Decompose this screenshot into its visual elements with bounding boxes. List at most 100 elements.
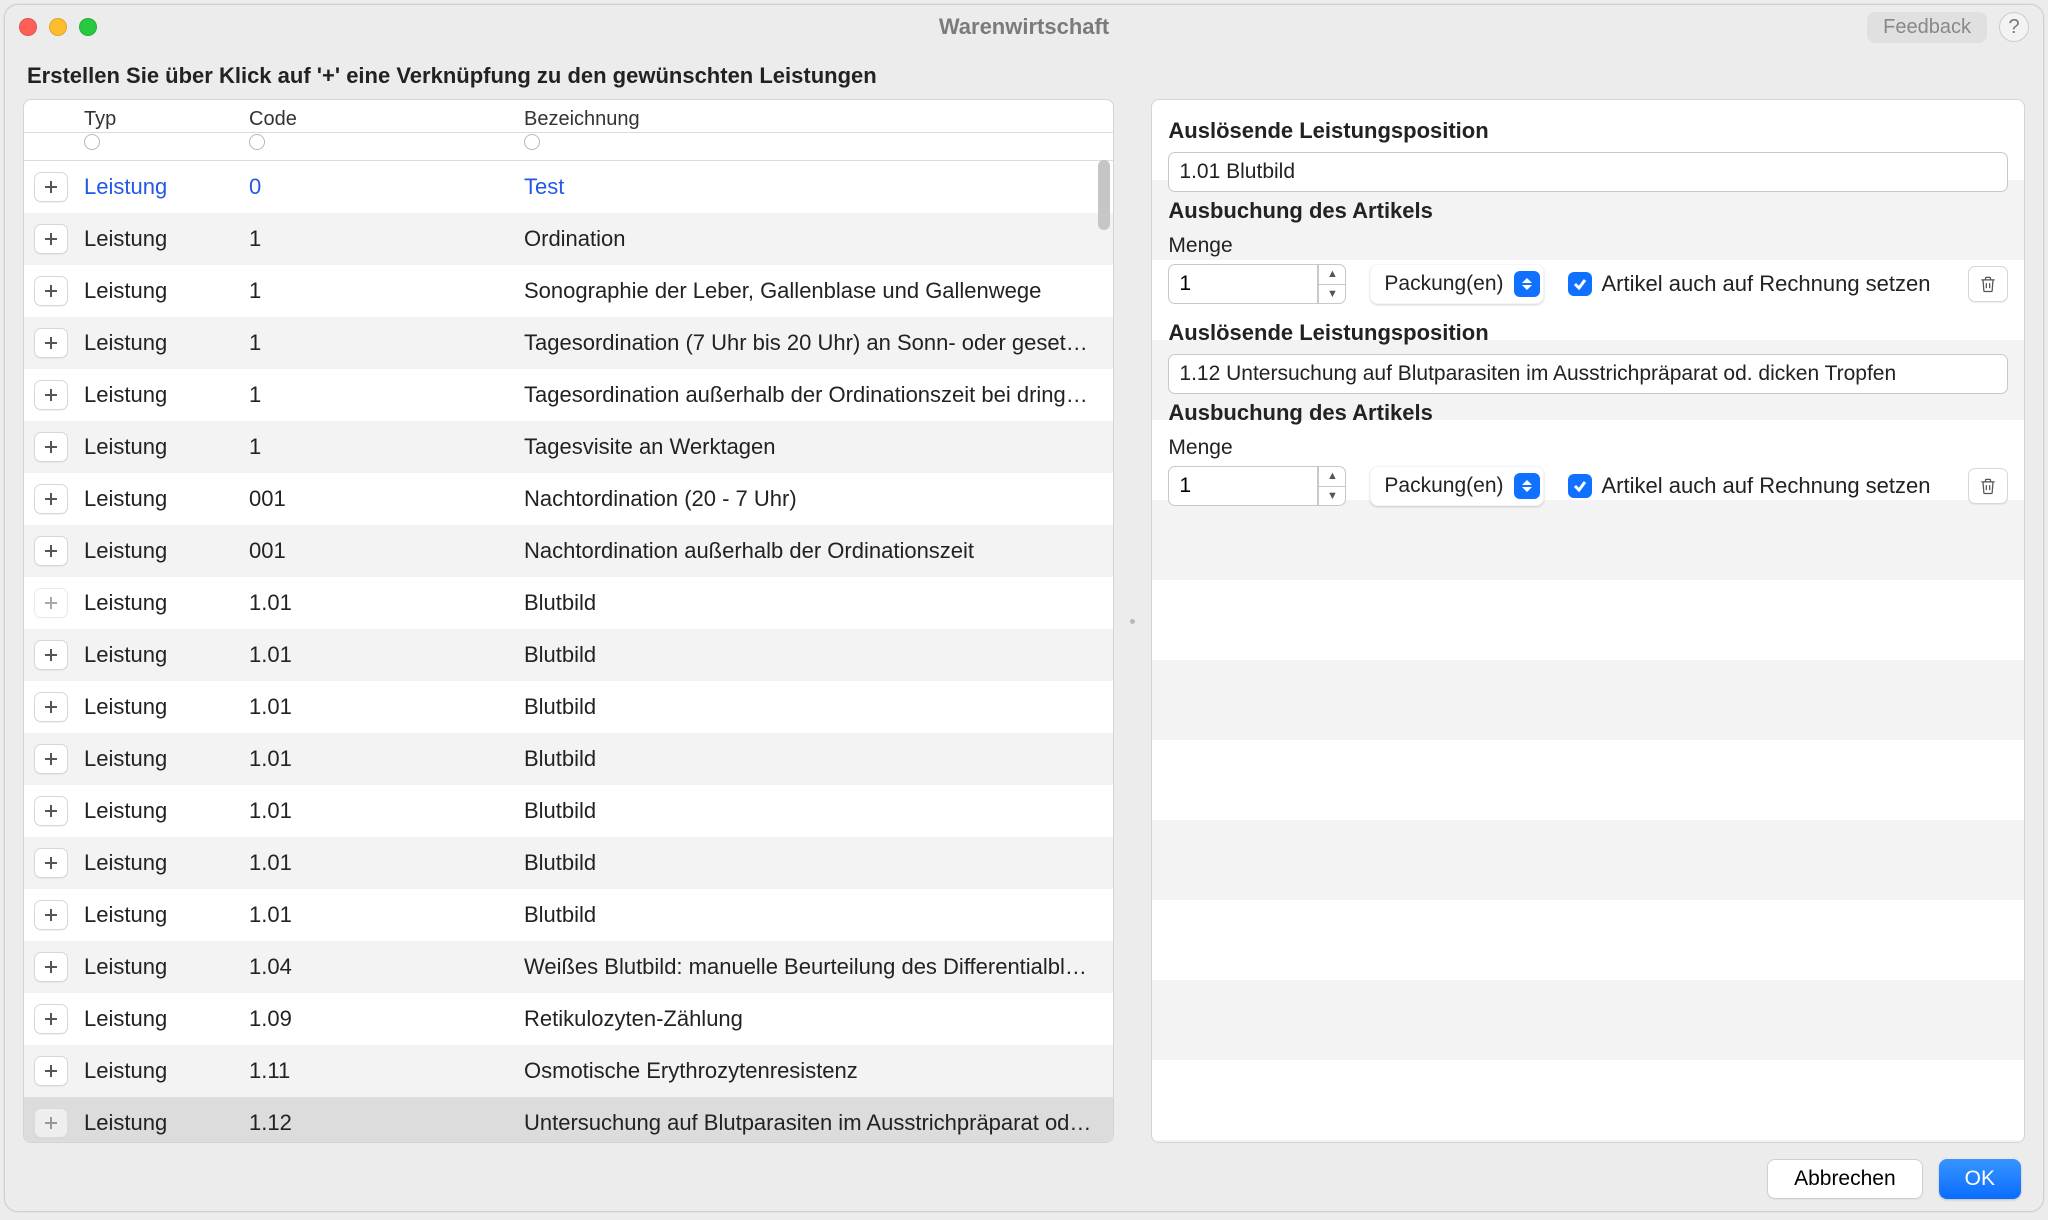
col-code[interactable]: Code (249, 108, 512, 130)
cell-bezeichnung: Sonographie der Leber, Gallenblase und G… (518, 278, 1113, 304)
add-link-button[interactable] (34, 1056, 68, 1086)
unit-value: Packung(en) (1384, 474, 1503, 498)
cell-code: 1.01 (243, 642, 518, 668)
add-link-button[interactable] (34, 692, 68, 722)
unit-select[interactable]: Packung(en) (1370, 264, 1543, 304)
scrollbar-thumb[interactable] (1098, 160, 1110, 230)
quantity-input[interactable] (1168, 466, 1318, 506)
cell-code: 1.01 (243, 850, 518, 876)
table-row[interactable]: Leistung1.01Blutbild (24, 577, 1113, 629)
window: Warenwirtschaft Feedback ? Erstellen Sie… (4, 4, 2044, 1212)
trigger-position-field[interactable]: 1.01 Blutbild (1168, 152, 2008, 192)
ok-button[interactable]: OK (1939, 1159, 2021, 1199)
add-link-button[interactable] (34, 848, 68, 878)
table-row[interactable]: Leistung1.01Blutbild (24, 733, 1113, 785)
table-row[interactable]: Leistung001Nachtordination (20 - 7 Uhr) (24, 473, 1113, 525)
cell-typ: Leistung (78, 382, 243, 408)
table-row[interactable]: Leistung1Ordination (24, 213, 1113, 265)
quantity-stepper[interactable]: ▲▼ (1168, 264, 1346, 304)
table-row[interactable]: Leistung1.04Weißes Blutbild: manuelle Be… (24, 941, 1113, 993)
invoice-checkbox-label[interactable]: Artikel auch auf Rechnung setzen (1568, 271, 1931, 297)
cell-code: 1.04 (243, 954, 518, 980)
table-row[interactable]: Leistung001Nachtordination außerhalb der… (24, 525, 1113, 577)
add-link-button[interactable] (34, 328, 68, 358)
add-link-button[interactable] (34, 796, 68, 826)
table-row[interactable]: Leistung1.01Blutbild (24, 629, 1113, 681)
add-link-button[interactable] (34, 224, 68, 254)
table-row[interactable]: Leistung1.11Osmotische Erythrozytenresis… (24, 1045, 1113, 1097)
cancel-button[interactable]: Abbrechen (1767, 1159, 1923, 1199)
filter-bez-radio[interactable] (524, 134, 540, 150)
filter-code-radio[interactable] (249, 134, 265, 150)
table-row[interactable]: Leistung1Tagesordination außerhalb der O… (24, 369, 1113, 421)
cell-bezeichnung: Retikulozyten-Zählung (518, 1006, 1113, 1032)
table-row[interactable]: Leistung0Test (24, 161, 1113, 213)
cell-code: 1 (243, 330, 518, 356)
booking-label: Ausbuchung des Artikels (1168, 400, 2008, 426)
delete-button[interactable] (1968, 266, 2008, 302)
add-link-button[interactable] (34, 536, 68, 566)
quantity-label: Menge (1168, 234, 2008, 258)
stepper-down[interactable]: ▼ (1318, 284, 1346, 305)
col-bezeichnung[interactable]: Bezeichnung (524, 108, 1107, 130)
stepper-up[interactable]: ▲ (1318, 264, 1346, 284)
stepper-down[interactable]: ▼ (1318, 486, 1346, 507)
add-link-button[interactable] (34, 952, 68, 982)
cell-typ: Leistung (78, 850, 243, 876)
invoice-checkbox[interactable] (1568, 474, 1592, 498)
add-link-button[interactable] (34, 484, 68, 514)
add-link-button[interactable] (34, 1004, 68, 1034)
table-row[interactable]: Leistung1.01Blutbild (24, 785, 1113, 837)
quantity-stepper[interactable]: ▲▼ (1168, 466, 1346, 506)
add-link-button[interactable] (34, 640, 68, 670)
table-row[interactable]: Leistung1.09Retikulozyten-Zählung (24, 993, 1113, 1045)
trigger-position-field[interactable]: 1.12 Untersuchung auf Blutparasiten im A… (1168, 354, 2008, 394)
cell-typ: Leistung (78, 798, 243, 824)
unit-value: Packung(en) (1384, 272, 1503, 296)
cell-bezeichnung: Ordination (518, 226, 1113, 252)
table-row[interactable]: Leistung1Sonographie der Leber, Gallenbl… (24, 265, 1113, 317)
table-row[interactable]: Leistung1Tagesvisite an Werktagen (24, 421, 1113, 473)
cell-code: 0 (243, 174, 518, 200)
table-row[interactable]: Leistung1.12Untersuchung auf Blutparasit… (24, 1097, 1113, 1142)
add-link-button[interactable] (34, 432, 68, 462)
cell-typ: Leistung (78, 746, 243, 772)
stepper-up[interactable]: ▲ (1318, 466, 1346, 486)
quantity-input[interactable] (1168, 264, 1318, 304)
cell-bezeichnung: Blutbild (518, 746, 1113, 772)
cell-typ: Leistung (78, 642, 243, 668)
table-row[interactable]: Leistung1Tagesordination (7 Uhr bis 20 U… (24, 317, 1113, 369)
table-row[interactable]: Leistung1.01Blutbild (24, 837, 1113, 889)
invoice-checkbox-label[interactable]: Artikel auch auf Rechnung setzen (1568, 473, 1931, 499)
delete-button[interactable] (1968, 468, 2008, 504)
cell-bezeichnung: Blutbild (518, 798, 1113, 824)
add-link-button[interactable] (34, 900, 68, 930)
add-link-button[interactable] (34, 744, 68, 774)
panel-splitter[interactable] (1130, 99, 1136, 1143)
table-row[interactable]: Leistung1.01Blutbild (24, 889, 1113, 941)
cell-code: 1.11 (243, 1058, 518, 1084)
add-link-button[interactable] (34, 380, 68, 410)
cell-code: 001 (243, 538, 518, 564)
cell-bezeichnung: Osmotische Erythrozytenresistenz (518, 1058, 1113, 1084)
cell-typ: Leistung (78, 538, 243, 564)
table-row[interactable]: Leistung1.01Blutbild (24, 681, 1113, 733)
cell-typ: Leistung (78, 1058, 243, 1084)
cell-code: 1 (243, 278, 518, 304)
filter-typ-radio[interactable] (84, 134, 100, 150)
trigger-position-label: Auslösende Leistungsposition (1168, 118, 2008, 144)
col-typ[interactable]: Typ (84, 108, 237, 130)
table-filter-row (24, 133, 1113, 161)
instruction-text: Erstellen Sie über Klick auf '+' eine Ve… (5, 49, 2043, 99)
add-link-button (34, 1108, 68, 1138)
add-link-button (34, 588, 68, 618)
cell-bezeichnung: Blutbild (518, 902, 1113, 928)
invoice-checkbox[interactable] (1568, 272, 1592, 296)
cell-code: 1 (243, 434, 518, 460)
add-link-button[interactable] (34, 276, 68, 306)
cell-typ: Leistung (78, 1110, 243, 1136)
unit-select[interactable]: Packung(en) (1370, 466, 1543, 506)
cell-typ: Leistung (78, 174, 243, 200)
add-link-button[interactable] (34, 172, 68, 202)
cell-code: 1.12 (243, 1110, 518, 1136)
